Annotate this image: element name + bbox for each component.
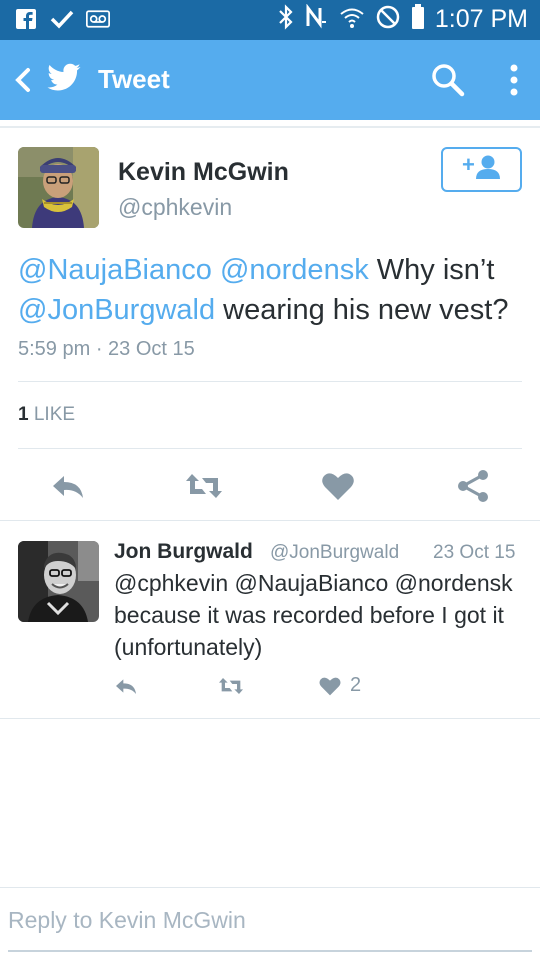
twitter-bird-icon [44, 60, 84, 96]
divider [18, 381, 522, 382]
heart-icon[interactable] [320, 468, 356, 504]
divider [0, 887, 540, 888]
check-icon [50, 7, 74, 31]
reply-author-name[interactable]: Jon Burgwald [114, 540, 253, 564]
reply-author-handle[interactable]: @JonBurgwald [270, 542, 399, 564]
reply-input[interactable] [8, 898, 532, 952]
page-title: Tweet [98, 64, 170, 94]
divider [0, 126, 540, 128]
avatar[interactable] [18, 541, 99, 622]
status-time: 1:07 PM [434, 5, 528, 33]
reply-date: 23 Oct 15 [433, 542, 516, 563]
author-name[interactable]: Kevin McGwin [118, 158, 289, 187]
heart-icon[interactable] [318, 674, 342, 698]
reply-like-count: 2 [350, 674, 362, 696]
more-icon[interactable] [500, 60, 528, 100]
wifi-icon [339, 5, 365, 34]
svg-text:+: + [462, 153, 475, 177]
mention-link[interactable]: @NaujaBianco [18, 254, 212, 286]
retweet-icon[interactable] [184, 468, 224, 504]
like-label: LIKE [33, 404, 76, 425]
tweet-text: @NaujaBianco @nordensk Why isn’t @JonBur… [18, 250, 528, 330]
status-bar: 1:07 PM [0, 0, 540, 40]
add-user-icon: + [462, 152, 502, 186]
mention-link[interactable]: @JonBurgwald [18, 294, 215, 326]
back-icon[interactable] [10, 66, 36, 94]
voicemail-icon [86, 7, 110, 31]
search-icon[interactable] [430, 62, 466, 98]
tweet-timestamp: 5:59 pm · 23 Oct 15 [18, 338, 195, 360]
tweet-text-part: Why isn’t [376, 254, 495, 286]
divider [0, 520, 540, 521]
reply-icon[interactable] [114, 674, 138, 698]
divider [0, 718, 540, 719]
bluetooth-icon [277, 4, 295, 35]
author-handle[interactable]: @cphkevin [118, 194, 232, 221]
likes-summary[interactable]: 1 LIKE [18, 404, 75, 426]
nfc-icon [305, 3, 329, 35]
retweet-icon[interactable] [217, 674, 245, 698]
reply-icon[interactable] [50, 468, 86, 504]
battery-icon [411, 4, 425, 35]
mention-link[interactable]: @nordensk [220, 254, 369, 286]
follow-button[interactable]: + [441, 147, 522, 192]
share-icon[interactable] [455, 468, 491, 504]
reply-text: @cphkevin @NaujaBianco @nordensk because… [114, 570, 513, 660]
app-bar: Tweet [0, 40, 540, 120]
divider [18, 448, 522, 449]
avatar[interactable] [18, 147, 99, 228]
tweet-text-part: wearing his new vest? [223, 294, 509, 326]
facebook-icon [14, 7, 38, 31]
do-not-disturb-icon [375, 4, 401, 35]
like-count: 1 [18, 404, 29, 425]
